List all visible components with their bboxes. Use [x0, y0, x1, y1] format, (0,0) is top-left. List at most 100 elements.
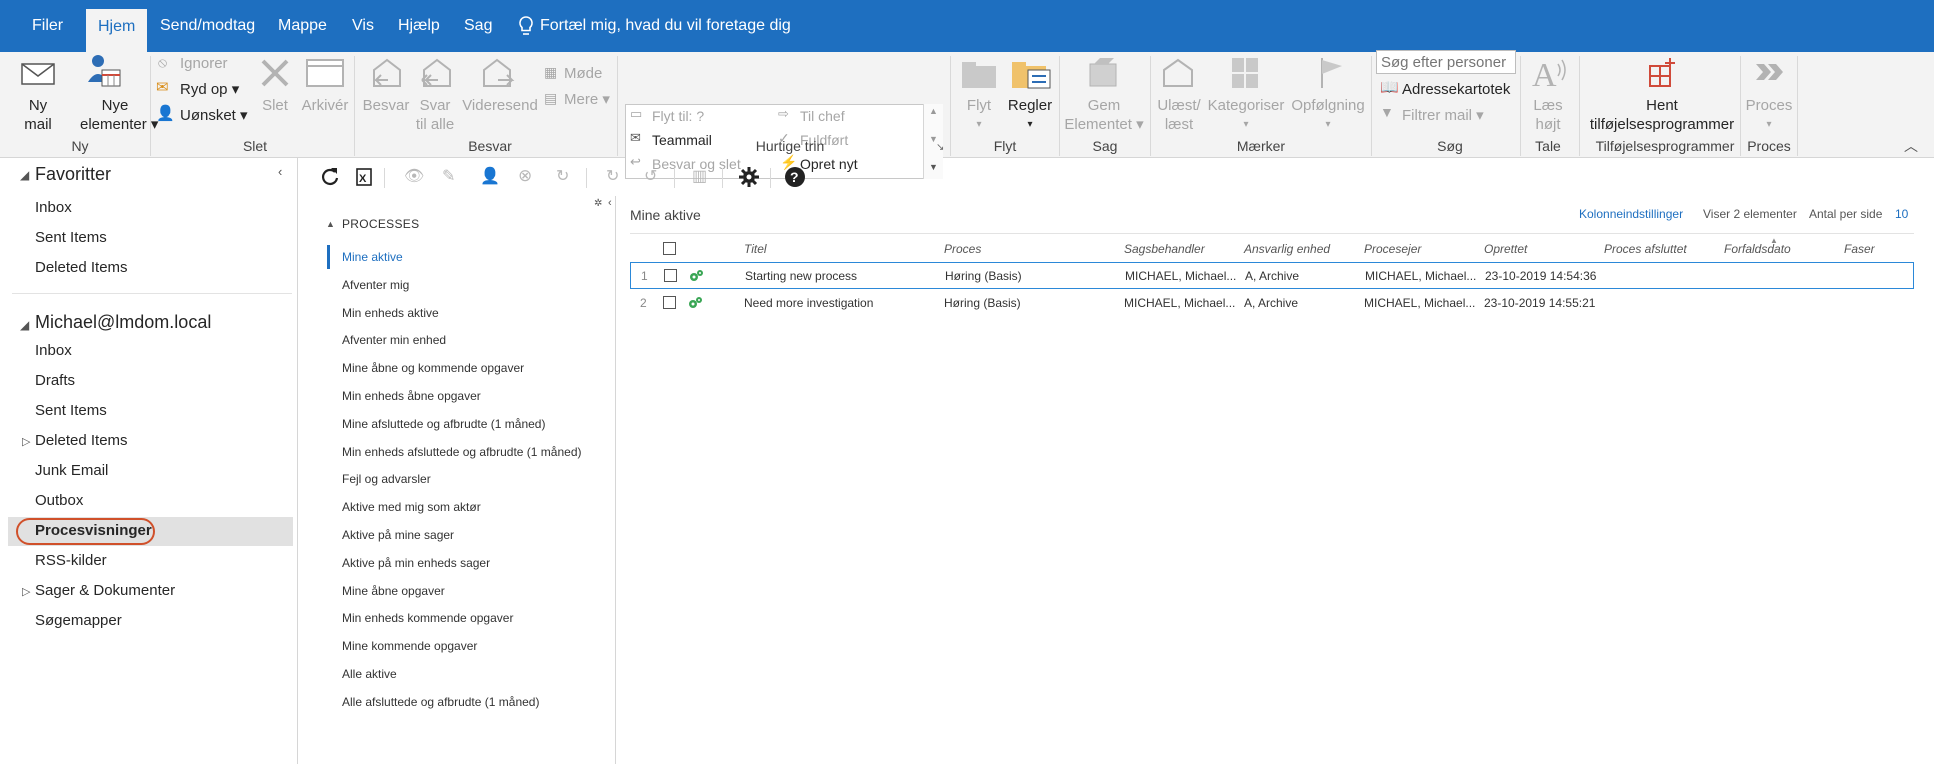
forward-button[interactable]: Videresend — [460, 96, 540, 115]
process-nav-item[interactable]: Alle afsluttede og afbrudte (1 måned) — [342, 695, 539, 709]
categorize-button[interactable]: Kategoriser ▾ — [1206, 96, 1286, 134]
table-row[interactable]: 1 Starting new process Høring (Basis) MI… — [630, 262, 1914, 289]
process-nav-item[interactable]: Min enheds åbne opgaver — [342, 389, 481, 403]
refresh-icon[interactable] — [318, 166, 340, 188]
row-checkbox[interactable] — [663, 296, 676, 309]
process-nav-item[interactable]: Mine afsluttede og afbrudte (1 måned) — [342, 417, 545, 431]
menu-send-modtag[interactable]: Send/modtag — [160, 0, 255, 52]
column-header-titel[interactable]: Titel — [744, 242, 767, 256]
folder-item[interactable]: Junk Email — [35, 462, 108, 479]
processes-collapse-icon[interactable]: ▲ — [326, 219, 335, 229]
clean-up-button[interactable]: Ryd op ▾ — [180, 80, 239, 99]
collapse-ribbon-icon[interactable]: ︿ — [1904, 136, 1918, 156]
folder-item[interactable]: RSS-kilder — [35, 552, 107, 569]
new-items-button[interactable]: Nye elementer ▾ — [80, 96, 158, 134]
column-header-sagsbehandler[interactable]: Sagsbehandler — [1124, 242, 1205, 256]
reply-all-button[interactable]: Svar til alle — [410, 96, 460, 134]
column-header-oprettet[interactable]: Oprettet — [1484, 242, 1527, 256]
process-nav-item[interactable]: Afventer min enhed — [342, 333, 446, 347]
restart-icon[interactable]: ↻ — [606, 166, 628, 188]
nav-collapse-icon[interactable]: ‹ — [608, 197, 612, 209]
column-header-procesejer[interactable]: Procesejer — [1364, 242, 1421, 256]
process-nav-item[interactable]: Mine kommende opgaver — [342, 639, 477, 653]
column-header-ansvarlig-enhed[interactable]: Ansvarlig enhed — [1244, 242, 1330, 256]
process-button[interactable]: Proces ▾ — [1742, 96, 1796, 134]
history-icon[interactable]: ↺ — [644, 166, 666, 188]
process-nav-item[interactable]: Aktive på mine sager — [342, 528, 454, 542]
save-item-button[interactable]: Gem Elementet ▾ — [1064, 96, 1144, 134]
folder-item-selected[interactable]: Procesvisninger — [35, 522, 152, 539]
process-nav-item[interactable]: Fejl og advarsler — [342, 472, 431, 486]
folder-item[interactable]: Drafts — [35, 372, 75, 389]
process-nav-item[interactable]: Min enheds afsluttede og afbrudte (1 mån… — [342, 445, 581, 459]
favorites-collapse-icon[interactable]: ◢ — [20, 168, 29, 182]
process-nav-item[interactable]: Mine åbne opgaver — [342, 584, 445, 598]
help-icon[interactable]: ? — [784, 166, 806, 188]
menu-vis[interactable]: Vis — [352, 0, 374, 52]
process-nav-item[interactable]: Alle aktive — [342, 667, 397, 681]
junk-button[interactable]: Uønsket ▾ — [180, 106, 248, 125]
read-aloud-button[interactable]: Læs højt — [1526, 96, 1570, 134]
process-nav-item[interactable]: Min enheds kommende opgaver — [342, 611, 513, 625]
lightbulb-icon[interactable] — [517, 15, 535, 39]
account-header[interactable]: Michael@lmdom.local — [35, 312, 211, 333]
table-row[interactable]: 2 Need more investigation Høring (Basis)… — [630, 290, 1914, 317]
account-collapse-icon[interactable]: ◢ — [20, 318, 29, 332]
process-nav-item[interactable]: Mine aktive — [342, 250, 403, 264]
folder-item[interactable]: Søgemapper — [35, 612, 122, 629]
process-nav-item[interactable]: Min enheds aktive — [342, 306, 439, 320]
get-addins-button[interactable]: Hent tilføjelsesprogrammer — [1583, 96, 1741, 134]
follow-up-button[interactable]: Opfølgning ▾ — [1288, 96, 1368, 134]
expand-sager-icon[interactable]: ▷ — [22, 585, 30, 598]
process-nav-item[interactable]: Aktive med mig som aktør — [342, 500, 481, 514]
folder-item[interactable]: Inbox — [35, 342, 72, 359]
column-settings-link[interactable]: Kolonneindstillinger — [1579, 207, 1683, 221]
column-header-forfaldsdato[interactable]: Forfaldsdato — [1724, 242, 1791, 256]
process-nav-item[interactable]: Aktive på min enheds sager — [342, 556, 490, 570]
process-nav-item[interactable]: Afventer mig — [342, 278, 409, 292]
folder-item[interactable]: Sager & Dokumenter — [35, 582, 175, 599]
address-book-button[interactable]: Adressekartotek — [1402, 80, 1510, 99]
folder-item[interactable]: Deleted Items — [35, 259, 128, 276]
menu-sag[interactable]: Sag — [464, 0, 492, 52]
column-header-faser[interactable]: Faser — [1844, 242, 1875, 256]
cancel-icon[interactable]: ⊗ — [518, 166, 540, 188]
view-icon[interactable]: 👁 — [404, 166, 426, 188]
search-people-input[interactable] — [1376, 50, 1516, 74]
archive-button[interactable]: Arkivér — [300, 96, 350, 115]
move-button[interactable]: Flyt ▾ — [958, 96, 1000, 134]
filter-mail-button[interactable]: Filtrer mail ▾ — [1402, 106, 1484, 125]
documents-icon[interactable]: ▥ — [692, 166, 714, 188]
folder-item[interactable]: Sent Items — [35, 402, 107, 419]
process-nav-item[interactable]: Mine åbne og kommende opgaver — [342, 361, 524, 375]
menu-filer[interactable]: Filer — [32, 0, 63, 52]
dialog-launcher-icon[interactable]: ↘ — [936, 142, 944, 153]
settings-gear-icon[interactable] — [738, 166, 760, 188]
quick-step-til-chef[interactable]: Til chef — [800, 107, 845, 126]
folder-item[interactable]: Sent Items — [35, 229, 107, 246]
rules-button[interactable]: Regler ▾ — [1006, 96, 1054, 134]
excel-export-icon[interactable]: X — [354, 166, 376, 188]
meeting-button[interactable]: Møde — [564, 64, 602, 83]
edit-icon[interactable]: ✎ — [442, 166, 464, 188]
select-all-checkbox[interactable] — [663, 242, 676, 255]
quick-step-flyt-til[interactable]: Flyt til: ? — [652, 107, 704, 126]
pane-collapse-icon[interactable]: ‹ — [278, 164, 282, 179]
menu-hjem[interactable]: Hjem — [86, 9, 148, 52]
delete-button[interactable]: Slet — [258, 96, 292, 115]
tell-me-search[interactable]: Fortæl mig, hvad du vil foretage dig — [540, 0, 791, 52]
menu-mappe[interactable]: Mappe — [278, 0, 327, 52]
row-checkbox[interactable] — [664, 269, 677, 282]
unread-read-button[interactable]: Ulæst/ læst — [1154, 96, 1204, 134]
redo-icon[interactable]: ↻ — [556, 166, 578, 188]
menu-hjaelp[interactable]: Hjælp — [398, 0, 440, 52]
more-button[interactable]: Mere ▾ — [564, 90, 610, 109]
favorites-header[interactable]: Favoritter — [35, 164, 111, 185]
reply-button[interactable]: Besvar — [362, 96, 410, 115]
per-page-value[interactable]: 10 — [1895, 207, 1908, 221]
folder-item[interactable]: Inbox — [35, 199, 72, 216]
user-icon[interactable]: 👤 — [480, 166, 502, 188]
nav-settings-icon[interactable]: ✲ — [594, 198, 602, 209]
expand-deleted-icon[interactable]: ▷ — [22, 435, 30, 448]
column-header-proces-afsluttet[interactable]: Proces afsluttet — [1604, 242, 1687, 256]
